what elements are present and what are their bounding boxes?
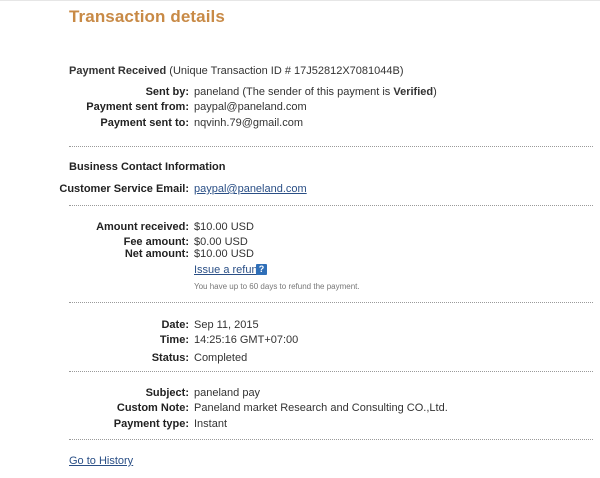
top-divider bbox=[0, 0, 600, 1]
custom-note-value: Paneland market Research and Consulting … bbox=[194, 402, 448, 414]
status-label: Status: bbox=[151, 352, 189, 364]
sender-close-paren: ) bbox=[433, 86, 437, 98]
section-divider bbox=[69, 205, 593, 206]
status-value: Completed bbox=[194, 352, 248, 364]
business-contact-heading: Business Contact Information bbox=[69, 161, 226, 173]
section-divider bbox=[69, 371, 593, 372]
payment-received-label: Payment Received bbox=[69, 65, 167, 77]
sent-by-value: paneland (The sender of this payment is … bbox=[194, 86, 437, 98]
payment-received-line: Payment Received (Unique Transaction ID … bbox=[69, 65, 404, 77]
sent-by-label: Sent by: bbox=[145, 86, 189, 98]
customer-service-email-label: Customer Service Email: bbox=[59, 183, 189, 195]
verified-status: Verified bbox=[393, 86, 434, 98]
net-amount-value: $10.00 USD bbox=[194, 248, 254, 260]
amount-received-value: $10.00 USD bbox=[194, 221, 254, 233]
fee-amount-value: $0.00 USD bbox=[194, 236, 248, 248]
go-to-history-link[interactable]: Go to History bbox=[69, 455, 133, 467]
sender-name: paneland (The sender of this payment is bbox=[194, 86, 394, 98]
fee-amount-label: Fee amount: bbox=[123, 236, 189, 248]
sent-from-value: paypal@paneland.com bbox=[194, 101, 307, 113]
amount-received-label: Amount received: bbox=[96, 221, 189, 233]
page-title: Transaction details bbox=[69, 7, 225, 26]
refund-note: You have up to 60 days to refund the pay… bbox=[194, 282, 360, 291]
time-label: Time: bbox=[159, 334, 189, 346]
customer-service-email-link[interactable]: paypal@paneland.com bbox=[194, 183, 307, 195]
section-divider bbox=[69, 439, 593, 440]
sent-to-label: Payment sent to: bbox=[100, 117, 189, 129]
subject-value: paneland pay bbox=[194, 387, 261, 399]
section-divider bbox=[69, 302, 593, 303]
payment-type-label: Payment type: bbox=[113, 418, 189, 430]
custom-note-label: Custom Note: bbox=[116, 402, 189, 414]
transaction-id: (Unique Transaction ID # 17J52812X708104… bbox=[169, 65, 404, 77]
date-label: Date: bbox=[161, 319, 189, 331]
help-icon[interactable]: ? bbox=[256, 264, 267, 275]
section-divider bbox=[69, 146, 593, 147]
sent-from-label: Payment sent from: bbox=[86, 101, 189, 113]
subject-label: Subject: bbox=[145, 387, 189, 399]
payment-type-value: Instant bbox=[194, 418, 228, 430]
issue-refund-link[interactable]: Issue a refund bbox=[194, 264, 264, 276]
sent-to-value: nqvinh.79@gmail.com bbox=[194, 117, 303, 129]
net-amount-label: Net amount: bbox=[124, 248, 189, 260]
date-value: Sep 11, 2015 bbox=[194, 319, 259, 331]
time-value: 14:25:16 GMT+07:00 bbox=[194, 334, 299, 346]
